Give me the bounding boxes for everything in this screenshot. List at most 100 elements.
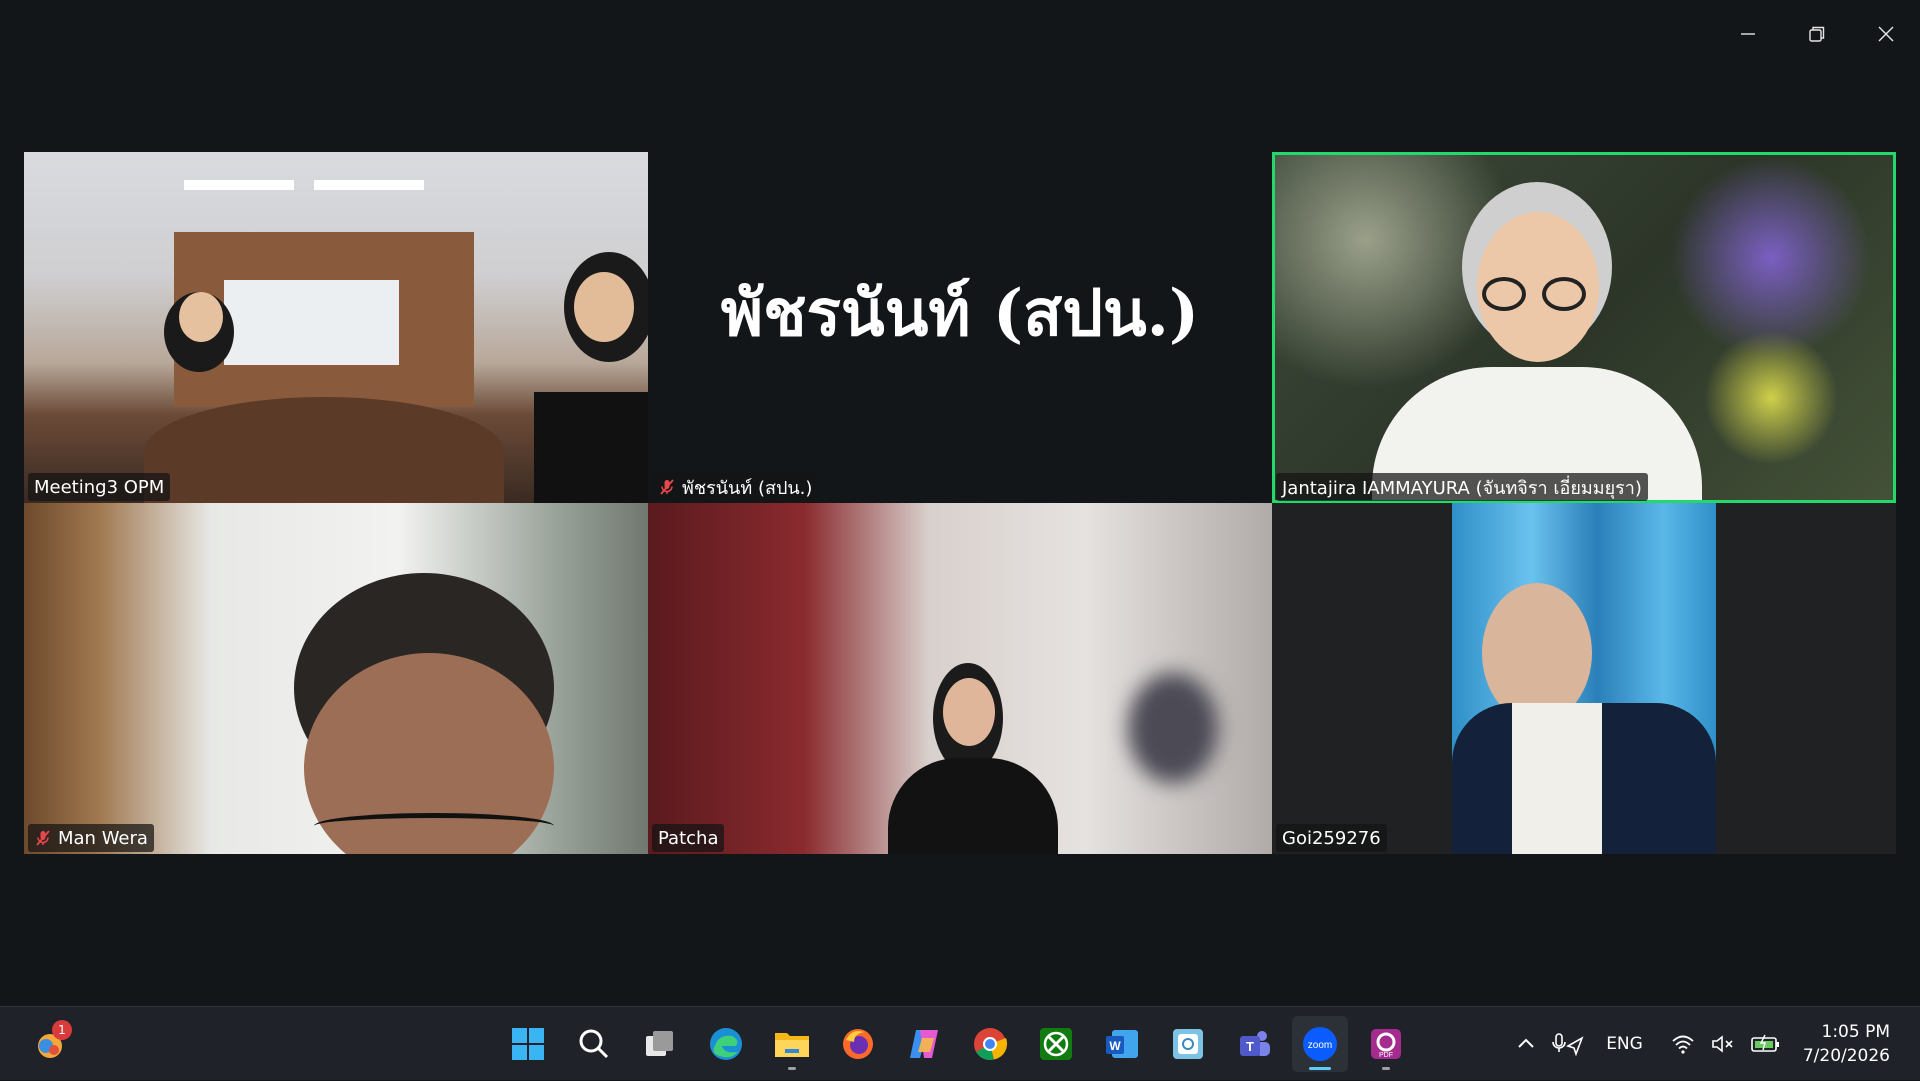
photos-icon — [1173, 1029, 1203, 1059]
person-body — [534, 392, 648, 503]
start-button[interactable] — [500, 1016, 556, 1072]
svg-text:W: W — [1109, 1039, 1121, 1053]
participant-name: Man Wera — [58, 827, 148, 849]
firefox-icon — [843, 1029, 873, 1059]
mic-muted-icon — [660, 479, 674, 495]
word-icon: W — [1106, 1030, 1138, 1058]
running-indicator — [1382, 1067, 1390, 1070]
participant-name-tag: Meeting3 OPM — [28, 473, 171, 501]
word-button[interactable]: W — [1094, 1016, 1150, 1072]
ceiling-light — [314, 180, 424, 190]
edge-icon — [710, 1028, 742, 1060]
teams-icon: T — [1240, 1031, 1270, 1056]
participant-tile-active-speaker[interactable]: Jantajira IAMMAYURA (จันทจิรา เอี่ยมมยุร… — [1272, 152, 1896, 503]
participant-display-name: พัชรนันท์ (สปน.) — [720, 275, 1200, 351]
participant-name: Goi259276 — [1282, 827, 1381, 849]
participant-name: Jantajira IAMMAYURA (จันทจิรา เอี่ยมมยุร… — [1282, 477, 1642, 499]
task-view-icon — [646, 1031, 673, 1056]
show-hidden-icons-button[interactable] — [1516, 1034, 1536, 1054]
meeting-table — [144, 397, 504, 503]
input-language-indicator[interactable]: ENG — [1606, 1034, 1643, 1054]
participant-tile[interactable]: Goi259276 — [1272, 503, 1896, 854]
zoom-icon: zoom — [1303, 1027, 1337, 1061]
blurred-background — [1128, 673, 1218, 783]
search-icon — [579, 1029, 609, 1059]
svg-text:zoom: zoom — [1308, 1040, 1332, 1051]
face — [179, 292, 223, 342]
copilot-icon — [910, 1030, 938, 1058]
shirt — [1512, 703, 1602, 854]
svg-text:T: T — [1246, 1039, 1254, 1054]
glasses — [314, 813, 554, 839]
search-button[interactable] — [566, 1016, 622, 1072]
participant-video — [1452, 503, 1716, 854]
taskbar-apps: W T zoom PDF — [500, 1007, 1414, 1081]
file-explorer-button[interactable] — [764, 1016, 820, 1072]
svg-text:PDF: PDF — [1379, 1052, 1393, 1059]
minimize-button[interactable] — [1713, 0, 1782, 68]
zoom-button[interactable]: zoom — [1292, 1016, 1348, 1072]
photos-button[interactable] — [1160, 1016, 1216, 1072]
participant-video — [648, 503, 1272, 854]
widgets-button[interactable]: 1 — [22, 1016, 78, 1072]
volume-button[interactable] — [1711, 1034, 1735, 1054]
participant-video — [24, 152, 648, 503]
zoom-meeting-window: Meeting3 OPM พัชรนันท์ (สปน.) พัชรนันท์ … — [0, 0, 1920, 1006]
chrome-icon — [974, 1028, 1008, 1061]
edge-button[interactable] — [698, 1016, 754, 1072]
participant-name-tag: Goi259276 — [1276, 824, 1387, 852]
face — [574, 272, 634, 342]
copilot-button[interactable] — [896, 1016, 952, 1072]
restore-icon — [1808, 26, 1824, 42]
chevron-up-icon — [1518, 1038, 1534, 1048]
teams-button[interactable]: T — [1226, 1016, 1282, 1072]
participant-video — [24, 503, 648, 854]
taskbar: 1 W T zoom PDF ENG 1:05 PM 7/20/2026 — [0, 1006, 1920, 1080]
microphone-in-use-button[interactable] — [1552, 1032, 1584, 1056]
clock-date: 7/20/2026 — [1802, 1046, 1890, 1066]
participant-video — [1272, 152, 1896, 503]
clock-time: 1:05 PM — [1821, 1022, 1891, 1042]
task-view-button[interactable] — [632, 1016, 688, 1072]
pdf-app-button[interactable]: PDF — [1358, 1016, 1414, 1072]
battery-charging-icon — [1751, 1034, 1779, 1052]
mic-muted-icon — [36, 830, 50, 846]
close-icon — [1878, 26, 1893, 42]
participant-name-tag: Patcha — [652, 824, 725, 852]
participant-tile[interactable]: Patcha — [648, 503, 1272, 854]
clock[interactable]: 1:05 PM 7/20/2026 — [1803, 1020, 1890, 1068]
restore-button[interactable] — [1782, 0, 1851, 68]
participant-name: พัชรนันท์ (สปน.) — [682, 477, 813, 499]
wifi-icon — [1672, 1035, 1694, 1054]
face — [1482, 583, 1592, 723]
firefox-button[interactable] — [830, 1016, 886, 1072]
wall-screen — [224, 280, 399, 365]
close-button[interactable] — [1851, 0, 1920, 68]
battery-button[interactable] — [1751, 1034, 1781, 1054]
chrome-button[interactable] — [962, 1016, 1018, 1072]
participant-name-tag: พัชรนันท์ (สปน.) — [652, 473, 819, 501]
start-icon — [512, 1028, 544, 1060]
file-explorer-icon — [775, 1033, 809, 1057]
window-controls — [1713, 0, 1920, 68]
xbox-button[interactable] — [1028, 1016, 1084, 1072]
participant-name-tag: Man Wera — [28, 824, 154, 852]
notification-badge: 1 — [52, 1020, 72, 1040]
running-indicator — [788, 1067, 796, 1070]
system-tray: ENG 1:05 PM 7/20/2026 — [1508, 1007, 1920, 1081]
wifi-button[interactable] — [1671, 1034, 1695, 1054]
participant-name-tag: Jantajira IAMMAYURA (จันทจิรา เอี่ยมมยุร… — [1276, 473, 1648, 501]
participant-name: Patcha — [658, 827, 719, 849]
glasses-lens — [1542, 277, 1586, 311]
minimize-icon — [1740, 33, 1755, 35]
xbox-icon — [1040, 1028, 1072, 1060]
ceiling-light — [184, 180, 294, 190]
volume-muted-icon — [1712, 1035, 1733, 1053]
participant-tile[interactable]: Meeting3 OPM — [24, 152, 648, 503]
participant-tile[interactable]: พัชรนันท์ (สปน.) พัชรนันท์ (สปน.) — [648, 152, 1272, 503]
gallery-view: Meeting3 OPM พัชรนันท์ (สปน.) พัชรนันท์ … — [24, 152, 1896, 854]
glasses-lens — [1482, 277, 1526, 311]
body — [888, 758, 1058, 854]
participant-tile[interactable]: Man Wera — [24, 503, 648, 854]
pdf-app-icon: PDF — [1371, 1029, 1401, 1059]
